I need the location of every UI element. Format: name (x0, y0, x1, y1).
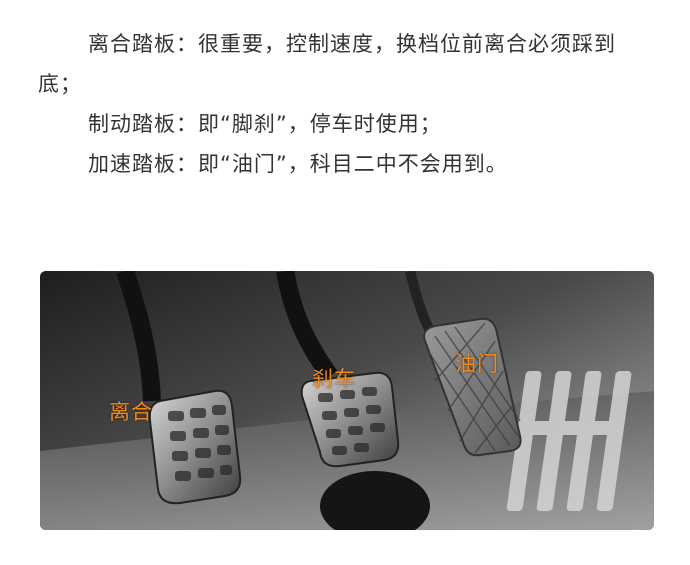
pedals-photo: 离合 刹车 油门 (40, 271, 654, 530)
paragraph-brake: 制动踏板：即“脚刹”，停车时使用； (88, 112, 442, 136)
clutch-pedal (148, 389, 242, 505)
clutch-label: 离合 (109, 400, 153, 424)
brake-label: 刹车 (312, 367, 356, 391)
article-text: 离合踏板：很重要，控制速度，换档位前离合必须踩到底； 制动踏板：即“脚刹”，停车… (38, 24, 658, 184)
accelerator-label: 油门 (455, 352, 499, 376)
paragraph-clutch: 离合踏板：很重要，控制速度，换档位前离合必须踩到底； (38, 32, 616, 96)
paragraph-accelerator: 加速踏板：即“油门”，科目二中不会用到。 (88, 152, 508, 176)
